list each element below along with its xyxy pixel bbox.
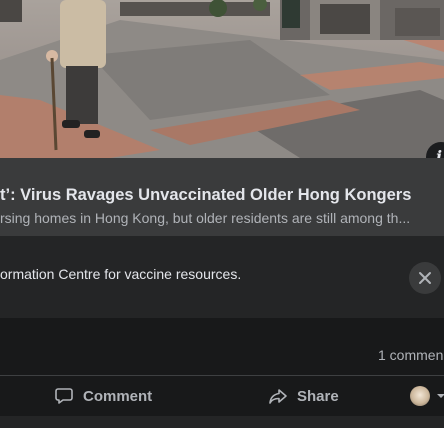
close-notice-button[interactable] xyxy=(409,262,441,294)
bottom-strip xyxy=(0,416,444,428)
link-title[interactable]: t’: Virus Ravages Unvaccinated Older Hon… xyxy=(0,186,411,205)
close-icon xyxy=(419,272,431,284)
avatar xyxy=(410,386,430,406)
post-actions: Comment Share xyxy=(0,376,444,416)
comment-button[interactable]: Comment xyxy=(54,376,152,416)
link-subtitle: rsing homes in Hong Kong, but older resi… xyxy=(0,210,411,226)
post-stats: 1 commen xyxy=(0,318,444,376)
link-preview-caption[interactable]: t’: Virus Ravages Unvaccinated Older Hon… xyxy=(0,158,444,236)
chevron-down-icon xyxy=(437,394,444,398)
share-button[interactable]: Share xyxy=(268,376,339,416)
comment-label: Comment xyxy=(83,387,153,405)
photo-scene xyxy=(0,0,444,158)
share-icon xyxy=(269,389,287,404)
comment-icon xyxy=(55,388,73,404)
notice-text[interactable]: ormation Centre for vaccine resources. xyxy=(0,266,241,282)
comment-count[interactable]: 1 commen xyxy=(378,347,443,363)
reaction-selector[interactable] xyxy=(410,386,444,406)
link-preview-image[interactable]: i xyxy=(0,0,444,158)
covid-info-notice: ormation Centre for vaccine resources. xyxy=(0,236,444,318)
share-label: Share xyxy=(297,387,339,405)
